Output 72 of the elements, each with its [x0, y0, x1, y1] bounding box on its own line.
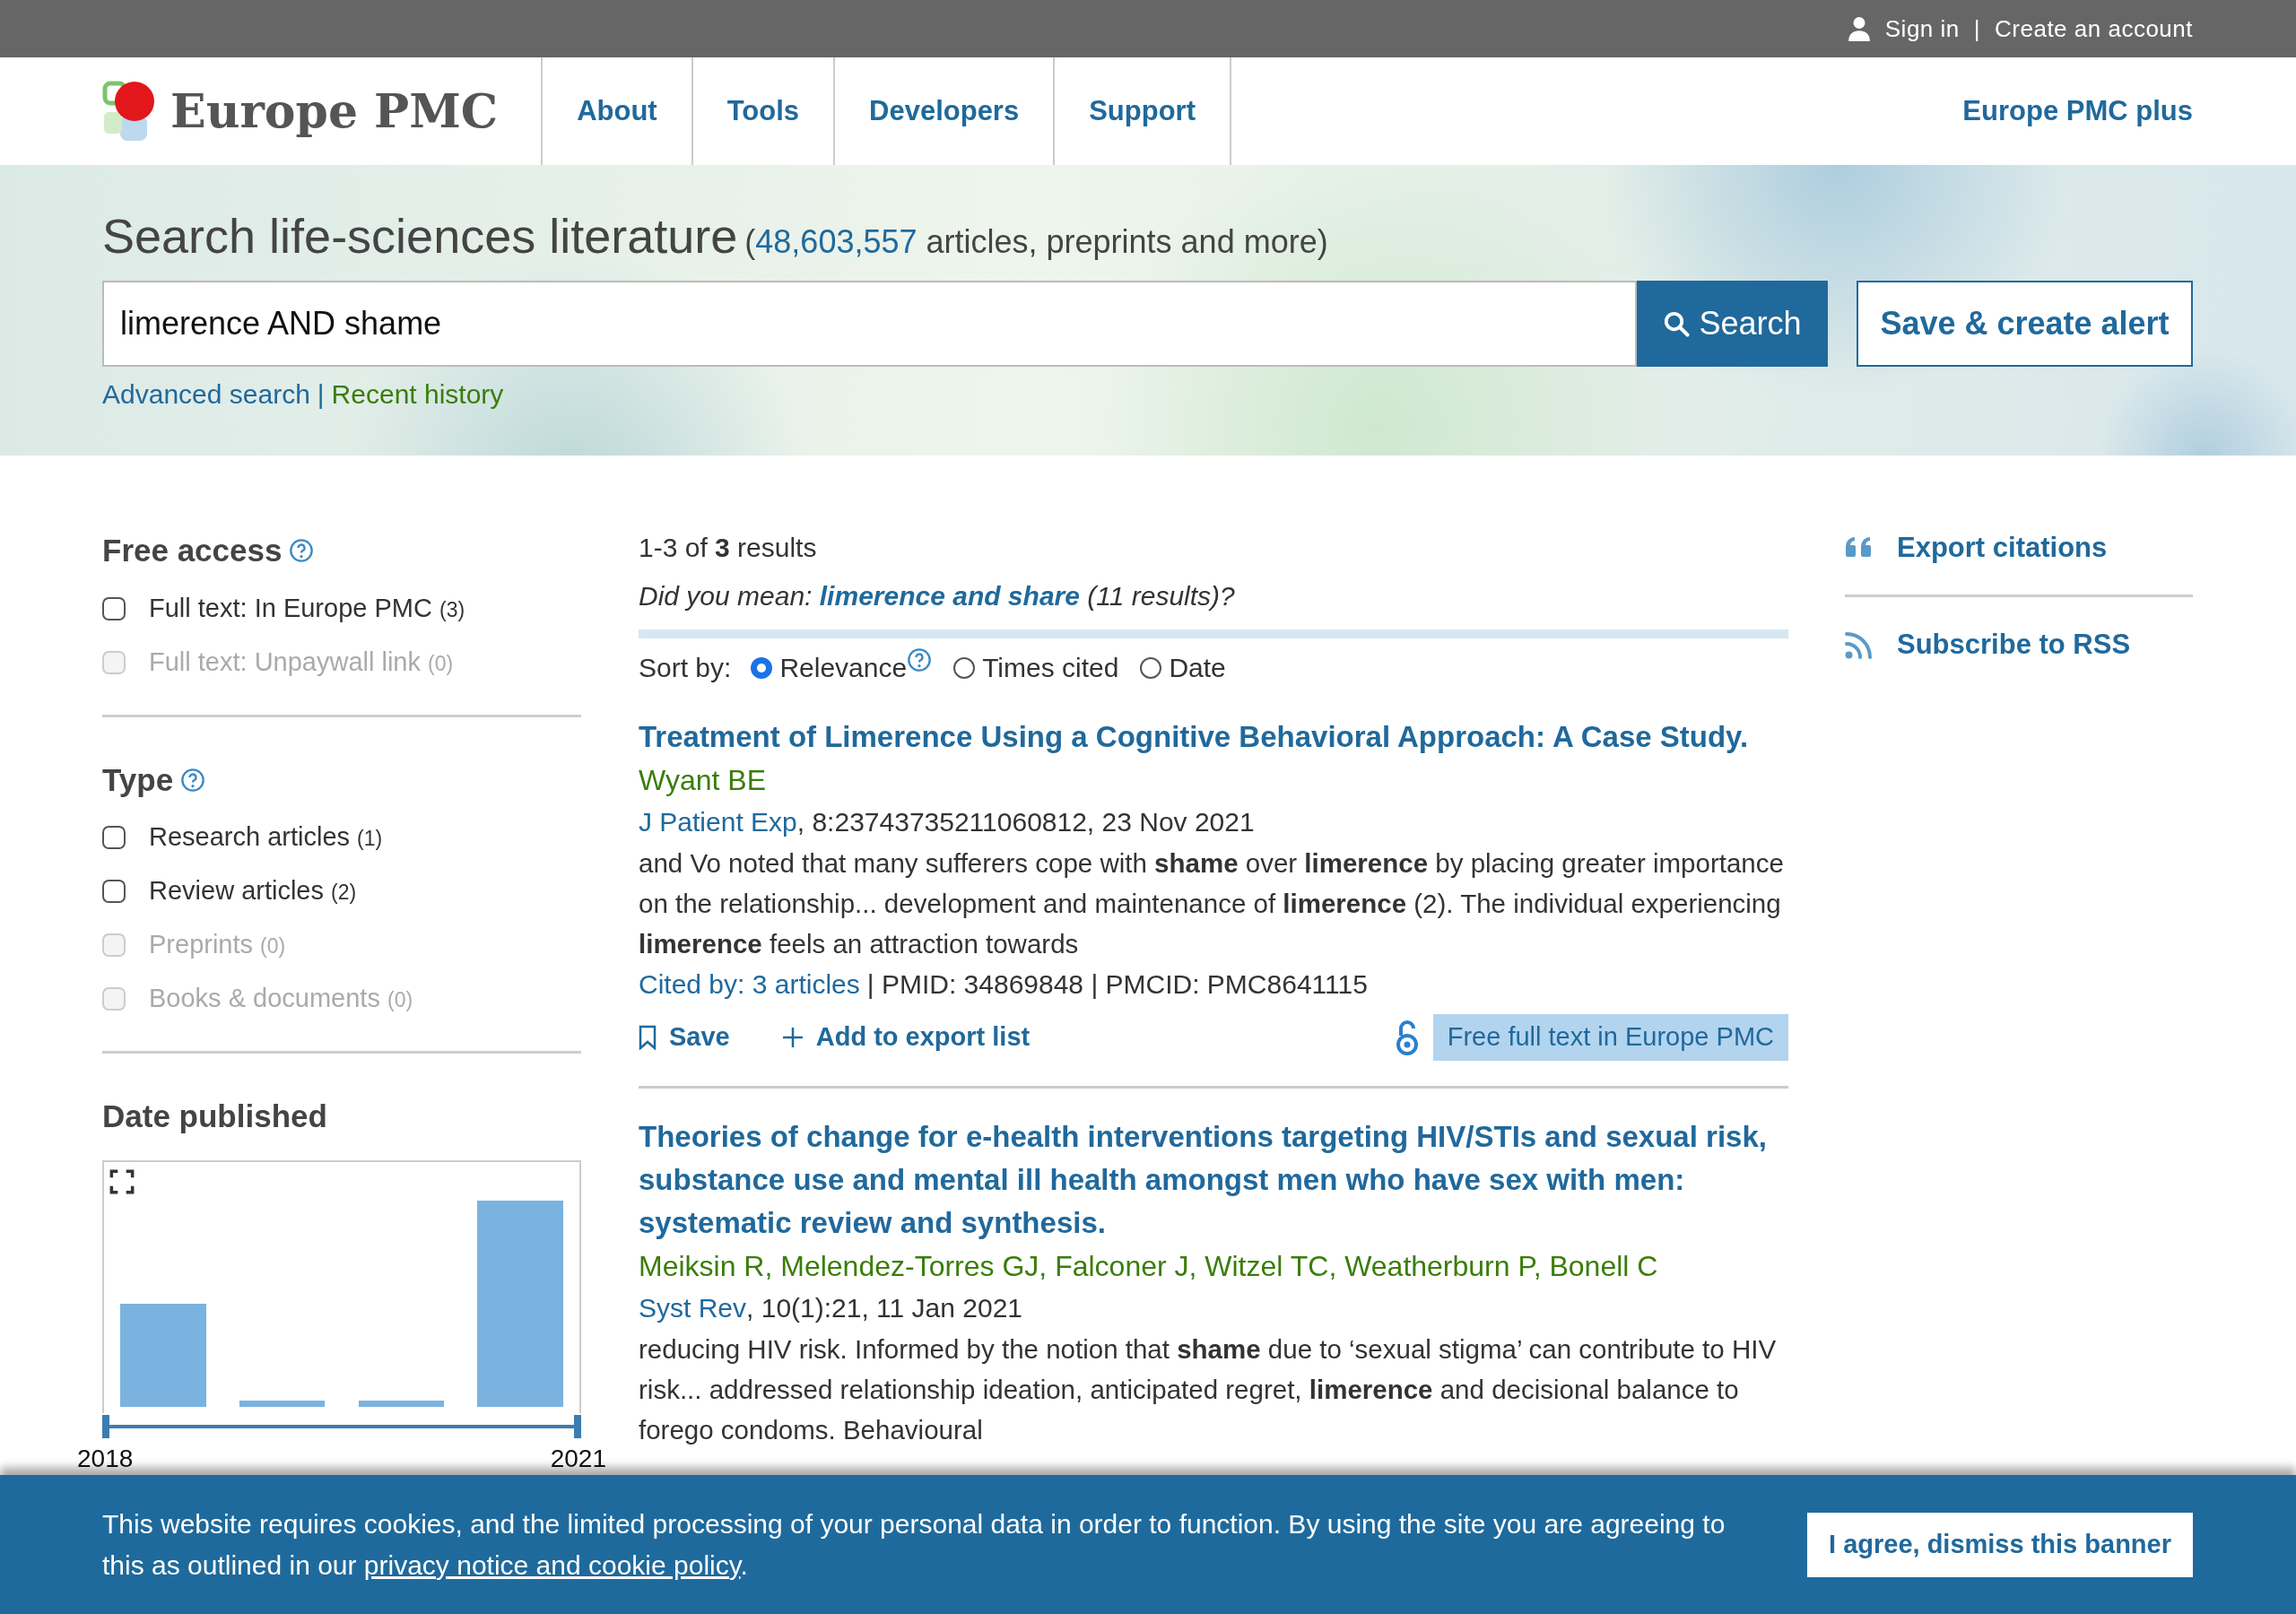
slider-handle[interactable] [102, 1414, 109, 1438]
dismiss-banner-button[interactable]: I agree, dismiss this banner [1807, 1512, 2193, 1577]
checkbox[interactable] [102, 596, 126, 620]
recent-history-link[interactable]: Recent history [331, 373, 504, 414]
checkbox[interactable] [102, 826, 126, 849]
filter-heading: Free access [102, 532, 283, 569]
sort-option[interactable]: Times cited [953, 647, 1119, 689]
article-count: (48,603,557 articles, preprints and more) [744, 221, 1328, 262]
filter-option[interactable]: Review articles (2) [102, 864, 581, 918]
privacy-policy-link[interactable]: privacy notice and cookie policy [363, 1549, 741, 1580]
identifier-text: | PMID: 34869848 | PMCID: PMC8641115 [866, 968, 1368, 1001]
search-icon [1663, 309, 1691, 337]
nav-link[interactable]: Developers [833, 57, 1054, 165]
nav-link[interactable]: Support [1053, 57, 1231, 165]
sort-option[interactable]: Date [1140, 647, 1226, 689]
help-icon[interactable] [289, 538, 315, 564]
filter-option[interactable]: Full text: In Europe PMC (3) [102, 581, 581, 636]
quote-icon [1845, 537, 1874, 560]
save-button[interactable]: Save [639, 1018, 730, 1057]
logo-icon [102, 80, 156, 143]
citation-text: , 10(1):21, 11 Jan 2021 [746, 1291, 1023, 1324]
save-alert-button[interactable]: Save & create alert [1857, 280, 2193, 367]
search-field[interactable]: limerence AND shame [102, 280, 1637, 367]
filter-heading: Date published [102, 1098, 327, 1135]
filter-option[interactable]: Research articles (1) [102, 811, 581, 864]
author-list: Meiksin R, Melendez-Torres GJ, Falconer J, Witzel TC, Weatherburn P, Bonell C [639, 1244, 1788, 1288]
abstract-snippet: and Vo noted that many sufferers cope with shame over limerence by placing greater importance on the relationship... development and maintenance of limerence (2). The individual experiencing limerence feels an attraction towards [639, 847, 1785, 960]
article-title-link[interactable]: Theories of change for e-health interventions targeting HIV/STIs and sexual risk, substance use and mental ill health amongst men who have sex with men: systematic review and synthesis. [639, 1115, 1788, 1245]
did-you-mean-text: Did you mean: limerence and share (11 results)? [639, 580, 1236, 612]
nav-link[interactable]: Tools [691, 57, 834, 165]
citation-text: , 8:23743735211060812, 23 Nov 2021 [796, 806, 1255, 838]
separator: | [317, 377, 325, 411]
help-icon[interactable] [907, 647, 933, 672]
search-button[interactable]: Search [1637, 280, 1828, 367]
journal-link[interactable]: J Patient Exp [639, 802, 797, 843]
axis-label: 2018 [77, 1443, 134, 1474]
advanced-search-link[interactable]: Advanced search [102, 373, 310, 414]
nav-link[interactable]: Europe PMC plus [1962, 90, 2193, 133]
open-lock-icon [1395, 1019, 1419, 1055]
suggestion-link[interactable]: limerence and share [819, 581, 1080, 611]
result-count: 1-3 of 3 results [639, 532, 818, 564]
slider-handle[interactable] [574, 1414, 581, 1438]
add-to-export-button[interactable]: Add to export list [781, 1018, 1031, 1057]
page-heading: Search life-sciences literature [102, 207, 738, 265]
filter-heading: Type [102, 760, 174, 799]
radio-button[interactable] [1140, 657, 1162, 679]
side-link[interactable]: Export citations [1845, 527, 2193, 569]
side-link[interactable]: Subscribe to RSS [1845, 623, 2193, 665]
article-title-link[interactable]: Treatment of Limerence Using a Cognitive Behavioral Approach: A Case Study. [639, 716, 1788, 759]
abstract-snippet: reducing HIV risk. Informed by the notion that shame due to ‘sexual stigma’ can contribute to HIV risk... addressed relationship ideation, anticipated regret, limerence and decisional balance to forego condoms. Behavioural [639, 1332, 1778, 1446]
sort-label: Sort by: [639, 652, 732, 684]
rss-icon [1845, 629, 1874, 659]
plus-icon [781, 1026, 804, 1048]
create-account-link[interactable]: Create an account [1995, 11, 2193, 47]
expand-icon[interactable] [109, 1168, 135, 1194]
logo[interactable]: Europe PMC [102, 76, 499, 146]
free-full-text-link[interactable]: Free full text in Europe PMC [1432, 1014, 1788, 1061]
checkbox[interactable] [102, 880, 126, 903]
axis-label: 2021 [550, 1443, 606, 1474]
journal-link[interactable]: Syst Rev [639, 1287, 747, 1329]
cookie-notice-text: This website requires cookies, and the limited processing of your personal data in order to function. By using the site you are agreeing to this as outlined in our privacy notice and cookie policy. [102, 1507, 1726, 1582]
author-list: Wyant BE [639, 759, 1788, 802]
bookmark-icon [639, 1024, 657, 1050]
cited-by-link[interactable]: Cited by: 3 articles [639, 964, 860, 1005]
help-icon[interactable] [180, 767, 206, 793]
radio-button[interactable] [953, 657, 976, 679]
sort-option[interactable]: Relevance [751, 647, 908, 689]
sign-in-link[interactable]: Sign in [1884, 11, 1960, 47]
separator: | [1973, 13, 1981, 44]
radio-button[interactable] [751, 657, 773, 679]
nav-link[interactable]: About [541, 57, 691, 165]
person-icon [1847, 16, 1871, 41]
